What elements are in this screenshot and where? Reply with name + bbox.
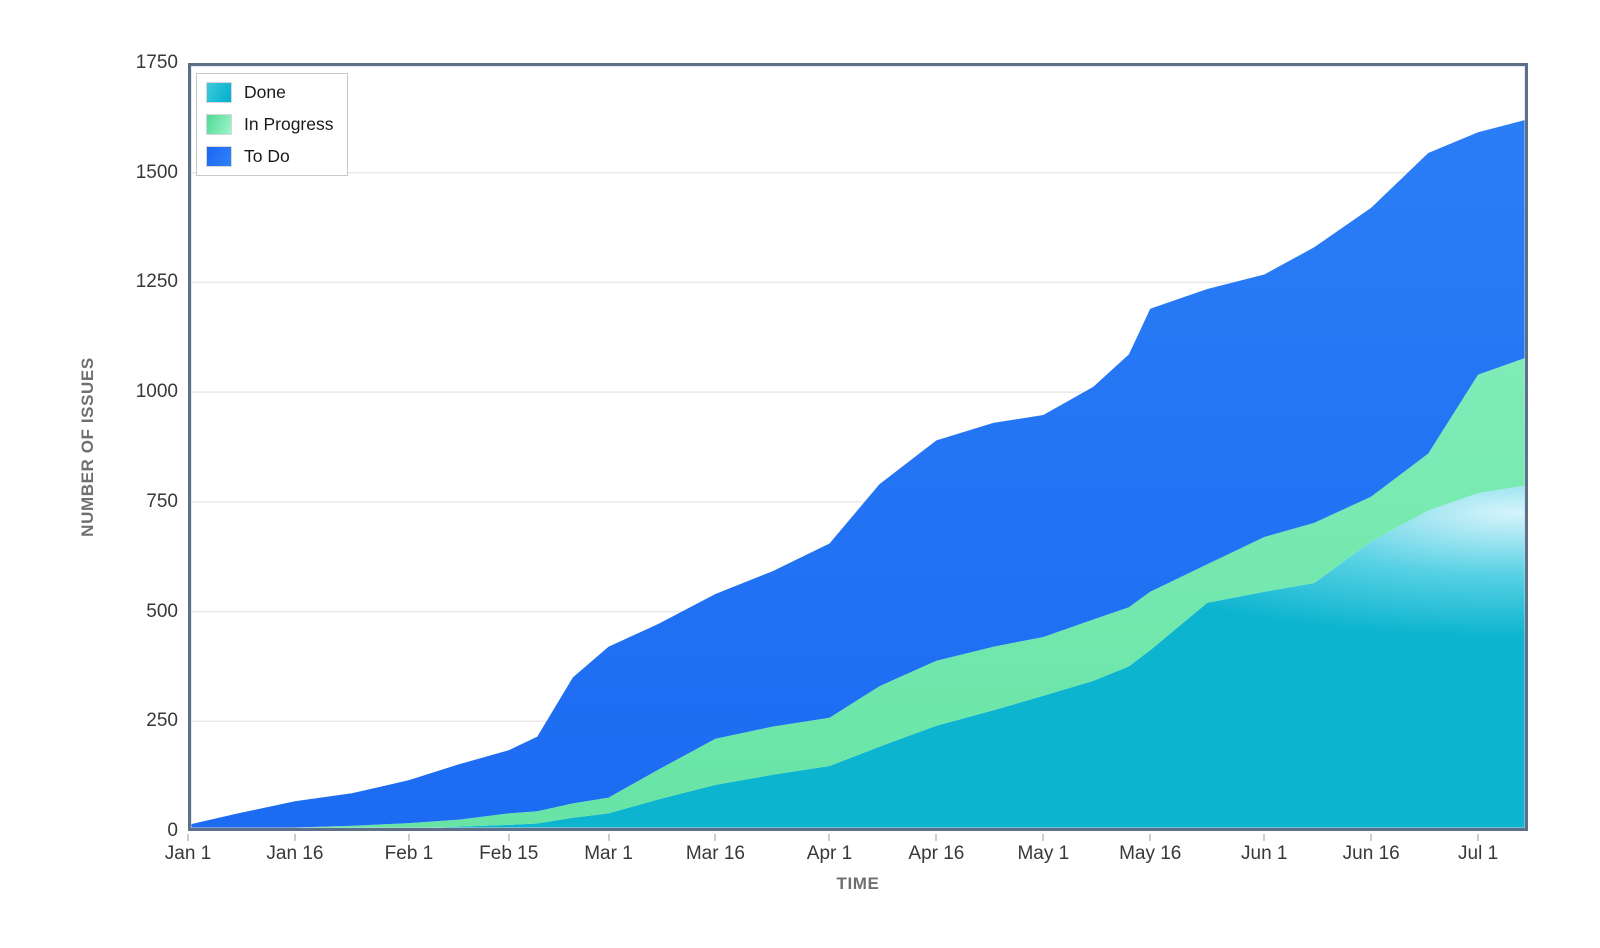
legend-swatch-to-do-icon xyxy=(206,146,232,167)
y-tick-label-1250: 1250 xyxy=(86,271,178,293)
x-tick-mark xyxy=(935,834,937,841)
y-tick-label-250: 250 xyxy=(86,710,178,732)
x-tick-label-jun-16: Jun 16 xyxy=(1311,843,1431,865)
legend-item-in-progress: In Progress xyxy=(206,114,333,135)
x-tick-mark xyxy=(1042,834,1044,841)
y-tick-label-1500: 1500 xyxy=(86,162,178,184)
legend-swatch-done-icon xyxy=(206,82,232,103)
x-tick-label-jan-1: Jan 1 xyxy=(128,843,248,865)
legend-swatch-in-progress-icon xyxy=(206,114,232,135)
x-tick-label-apr-16: Apr 16 xyxy=(876,843,996,865)
x-tick-mark xyxy=(294,834,296,841)
x-tick-label-jul-1: Jul 1 xyxy=(1418,843,1538,865)
legend-item-to-do: To Do xyxy=(206,146,333,167)
legend-item-done: Done xyxy=(206,82,333,103)
x-tick-mark xyxy=(1370,834,1372,841)
x-tick-label-mar-1: Mar 1 xyxy=(549,843,669,865)
x-axis-title: TIME xyxy=(836,874,879,894)
cumulative-flow-diagram: NUMBER OF ISSUES TIME Done In Progress T… xyxy=(0,0,1600,948)
x-tick-label-mar-16: Mar 16 xyxy=(655,843,775,865)
plot-area[interactable] xyxy=(188,63,1528,831)
legend-label-done: Done xyxy=(244,82,286,103)
x-tick-mark xyxy=(608,834,610,841)
x-tick-mark xyxy=(1263,834,1265,841)
x-tick-label-may-16: May 16 xyxy=(1090,843,1210,865)
x-tick-mark xyxy=(1149,834,1151,841)
x-tick-mark xyxy=(828,834,830,841)
y-tick-label-500: 500 xyxy=(86,601,178,623)
x-tick-mark xyxy=(187,834,189,841)
x-tick-label-apr-1: Apr 1 xyxy=(769,843,889,865)
x-tick-label-may-1: May 1 xyxy=(983,843,1103,865)
x-tick-mark xyxy=(508,834,510,841)
y-tick-label-750: 750 xyxy=(86,491,178,513)
x-tick-label-jun-1: Jun 1 xyxy=(1204,843,1324,865)
x-tick-mark xyxy=(408,834,410,841)
y-tick-label-1750: 1750 xyxy=(86,52,178,74)
legend: Done In Progress To Do xyxy=(196,73,348,176)
legend-label-in-progress: In Progress xyxy=(244,114,333,135)
x-tick-mark xyxy=(1477,834,1479,841)
y-tick-label-1000: 1000 xyxy=(86,381,178,403)
y-tick-label-0: 0 xyxy=(86,820,178,842)
x-tick-mark xyxy=(714,834,716,841)
x-tick-label-jan-16: Jan 16 xyxy=(235,843,355,865)
legend-label-to-do: To Do xyxy=(244,146,290,167)
